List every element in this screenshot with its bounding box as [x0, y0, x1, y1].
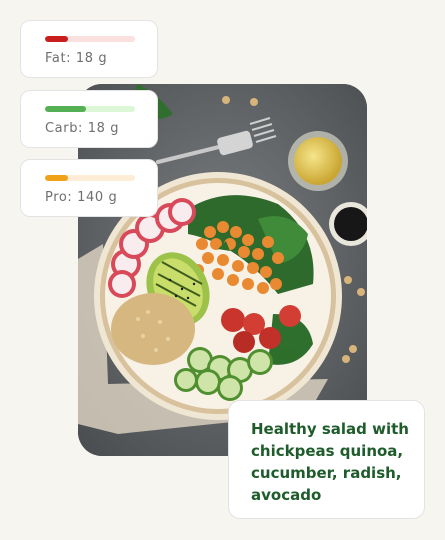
fat-card: Fat: 18 g — [20, 20, 158, 78]
recipe-caption-card: Healthy salad with chickpeas quinoa, cuc… — [228, 400, 425, 519]
carb-card: Carb: 18 g — [20, 90, 158, 148]
protein-card: Pro: 140 g — [20, 159, 158, 217]
fat-progress-fill — [45, 36, 68, 42]
protein-progress-fill — [45, 175, 68, 181]
protein-progress-track — [45, 175, 135, 181]
oil-glass-icon — [288, 131, 348, 191]
carb-progress-track — [45, 106, 135, 112]
carb-label: Carb: 18 g — [45, 121, 120, 136]
protein-label: Pro: 140 g — [45, 190, 118, 205]
carb-progress-fill — [45, 106, 86, 112]
fat-label: Fat: 18 g — [45, 51, 108, 66]
fat-progress-track — [45, 36, 135, 42]
recipe-title: Healthy salad with chickpeas quinoa, cuc… — [251, 420, 409, 504]
